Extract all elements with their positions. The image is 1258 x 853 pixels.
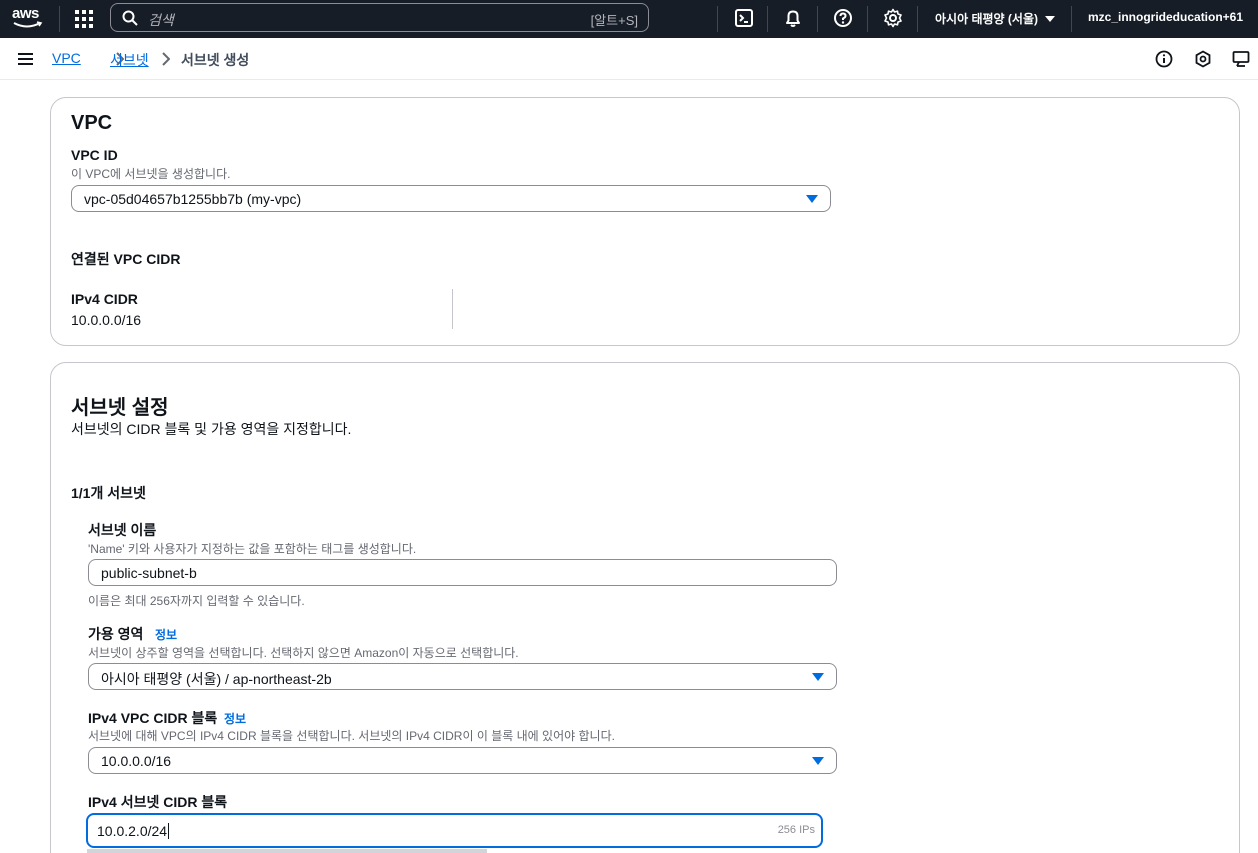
hexagon-settings-icon[interactable]	[1194, 50, 1212, 68]
menu-hamburger-icon[interactable]	[18, 53, 33, 65]
scroll-indicator	[87, 849, 487, 853]
aws-smile-icon	[13, 21, 43, 28]
subnet-name-description: 'Name' 키와 사용자가 지정하는 값을 포함하는 태그를 생성합니다.	[88, 542, 417, 556]
divider	[817, 6, 818, 32]
subnet-name-value: public-subnet-b	[101, 565, 197, 581]
subnet-cidr-block-label: IPv4 서브넷 CIDR 블록	[88, 794, 228, 810]
vpc-id-description: 이 VPC에 서브넷을 생성합니다.	[71, 167, 231, 181]
top-navigation: aws 검색 [알트+S] 아시아 태평양 (서울) mzc_innogride…	[0, 0, 1258, 38]
settings-gear-icon[interactable]	[883, 8, 903, 28]
breadcrumb-bar: VPC 서브넷 서브넷 생성	[0, 38, 1258, 80]
vpc-panel: VPC VPC ID 이 VPC에 서브넷을 생성합니다. vpc-05d046…	[50, 97, 1240, 346]
vpc-cidr-block-info-link[interactable]: 정보	[224, 710, 246, 727]
search-placeholder: 검색	[148, 12, 174, 28]
breadcrumb-subnets[interactable]: 서브넷	[110, 50, 149, 70]
aws-logo[interactable]: aws	[12, 6, 44, 31]
region-selector[interactable]: 아시아 태평양 (서울)	[935, 10, 1056, 27]
feedback-icon[interactable]	[1232, 50, 1250, 68]
ipv4-cidr-label: IPv4 CIDR	[71, 291, 138, 307]
column-divider	[452, 289, 453, 329]
region-label: 아시아 태평양 (서울)	[935, 12, 1038, 26]
subnet-settings-panel: 서브넷 설정 서브넷의 CIDR 블록 및 가용 영역을 지정합니다. 1/1개…	[50, 362, 1240, 853]
divider	[917, 6, 918, 32]
divider	[717, 6, 718, 32]
subnet-settings-title: 서브넷 설정	[71, 397, 169, 419]
divider	[1071, 6, 1072, 32]
vpc-panel-title: VPC	[71, 112, 113, 134]
availability-zone-value: 아시아 태평양 (서울) / ap-northeast-2b	[101, 671, 332, 687]
subnet-cidr-block-value: 10.0.2.0/24	[97, 823, 168, 839]
chevron-right-icon	[162, 52, 170, 66]
divider	[59, 6, 60, 32]
notifications-bell-icon[interactable]	[783, 8, 803, 28]
caret-down-icon	[806, 195, 818, 203]
search-shortcut: [알트+S]	[590, 13, 638, 28]
services-grid-icon[interactable]	[75, 10, 93, 28]
vpc-id-label: VPC ID	[71, 147, 118, 163]
subnet-settings-subtitle: 서브넷의 CIDR 블록 및 가용 영역을 지정합니다.	[71, 421, 352, 437]
breadcrumb-vpc[interactable]: VPC	[52, 50, 81, 66]
vpc-id-value: vpc-05d04657b1255bb7b (my-vpc)	[84, 191, 302, 207]
search-icon	[122, 10, 138, 26]
vpc-cidr-block-label: IPv4 VPC CIDR 블록	[88, 710, 218, 726]
availability-zone-description: 서브넷이 상주할 영역을 선택합니다. 선택하지 않으면 Amazon이 자동으…	[88, 646, 519, 660]
info-circle-icon[interactable]	[1155, 50, 1173, 68]
search-input[interactable]: 검색 [알트+S]	[110, 3, 649, 32]
availability-zone-label: 가용 영역	[88, 626, 144, 642]
vpc-cidr-block-value: 10.0.0.0/16	[101, 753, 172, 769]
caret-down-icon	[812, 673, 824, 681]
divider	[767, 6, 768, 32]
subnet-name-label: 서브넷 이름	[88, 522, 157, 538]
vpc-cidr-block-select[interactable]: 10.0.0.0/16	[88, 747, 837, 774]
help-icon[interactable]	[833, 8, 853, 28]
subnet-count-label: 1/1개 서브넷	[71, 485, 146, 501]
breadcrumb-current: 서브넷 생성	[181, 52, 250, 68]
associated-cidr-title: 연결된 VPC CIDR	[71, 251, 181, 267]
cloudshell-icon[interactable]	[734, 8, 754, 28]
subnet-name-hint: 이름은 최대 256자까지 입력할 수 있습니다.	[88, 594, 305, 608]
text-cursor	[168, 823, 170, 839]
caret-down-icon	[1045, 16, 1056, 22]
subnet-cidr-block-input[interactable]: 10.0.2.0/24 256 IPs	[86, 813, 823, 848]
caret-down-icon	[812, 757, 824, 765]
availability-zone-select[interactable]: 아시아 태평양 (서울) / ap-northeast-2b	[88, 663, 837, 690]
vpc-cidr-block-description: 서브넷에 대해 VPC의 IPv4 CIDR 블록을 선택합니다. 서브넷의 I…	[88, 729, 615, 743]
account-menu[interactable]: mzc_innogrideducation+61	[1088, 10, 1243, 24]
subnet-name-input[interactable]: public-subnet-b	[88, 559, 837, 586]
divider	[867, 6, 868, 32]
vpc-id-select[interactable]: vpc-05d04657b1255bb7b (my-vpc)	[71, 185, 831, 212]
availability-zone-info-link[interactable]: 정보	[155, 626, 177, 643]
ipv4-cidr-value: 10.0.0.0/16	[71, 312, 142, 328]
ip-count-hint: 256 IPs	[777, 824, 815, 836]
